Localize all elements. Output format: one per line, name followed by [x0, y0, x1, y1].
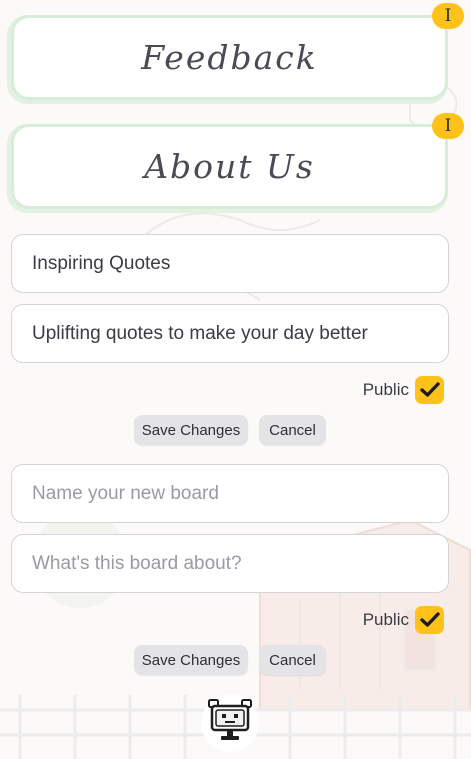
new-board-cancel-button[interactable]: Cancel [259, 645, 326, 675]
public-label: Public [362, 380, 409, 399]
checkmark-icon [419, 612, 440, 627]
new-board-description-input[interactable] [11, 534, 449, 593]
public-label: Public [362, 610, 409, 629]
public-toggle-row: Public [363, 376, 444, 404]
about-us-card[interactable]: About Us [11, 124, 448, 209]
info-badge-icon[interactable]: I [432, 3, 464, 29]
board-name-input[interactable] [11, 234, 449, 293]
about-us-card-title: About Us [144, 147, 315, 186]
robot-mascot-icon [208, 699, 252, 740]
robot-mascot[interactable] [201, 694, 259, 752]
public-checkbox[interactable] [415, 606, 444, 634]
new-board-save-button[interactable]: Save Changes [134, 645, 248, 675]
cancel-button[interactable]: Cancel [259, 415, 326, 445]
new-board-public-toggle-row: Public [363, 606, 444, 634]
checkmark-icon [419, 382, 440, 397]
feedback-card-title: Feedback [141, 38, 318, 77]
board-description-input[interactable] [11, 304, 449, 363]
feedback-card[interactable]: Feedback [11, 15, 448, 100]
public-checkbox[interactable] [415, 376, 444, 404]
new-board-name-input[interactable] [11, 464, 449, 523]
info-badge-icon[interactable]: I [432, 113, 464, 139]
save-changes-button[interactable]: Save Changes [134, 415, 248, 445]
